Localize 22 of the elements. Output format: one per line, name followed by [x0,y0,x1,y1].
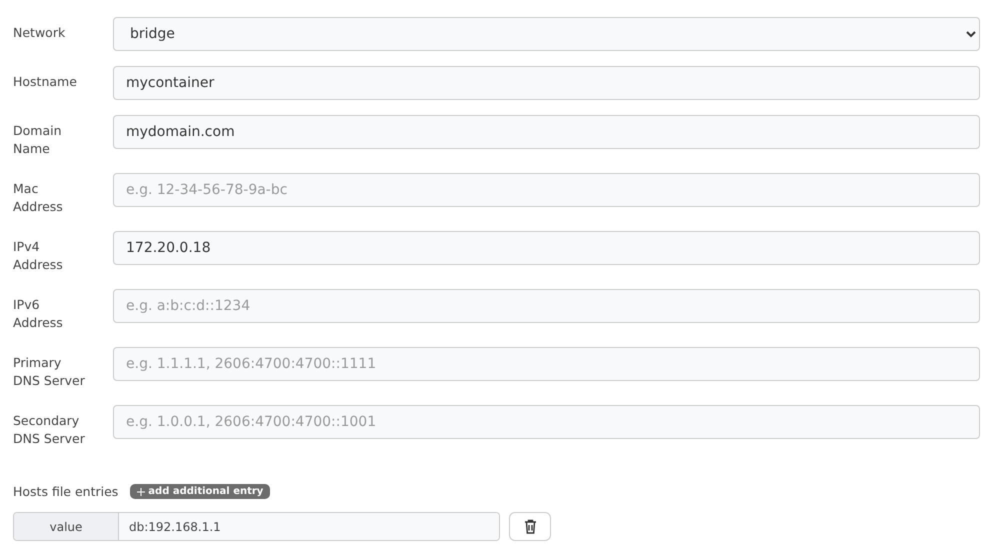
field-label: Mac Address [13,180,64,216]
field-label: Domain Name [13,122,63,158]
input-field[interactable]: mycontainer [113,66,980,100]
input-field[interactable]: 172.20.0.18 [113,231,980,265]
plus-icon [137,488,146,496]
section-label: Hosts file entries [13,484,118,499]
delete-button[interactable] [509,512,551,541]
add-entry-button[interactable]: add additional entry [130,484,270,499]
input-field[interactable]: e.g. 1.1.1.1, 2606:4700:4700::1111 [113,347,980,381]
field-label: IPv6 Address [13,296,64,332]
field-label: IPv4 Address [13,238,64,274]
host-entry-field[interactable]: value db:192.168.1.1 [13,512,500,541]
input-field[interactable]: e.g. a:b:c:d::1234 [113,289,980,323]
network-select[interactable]: bridge [113,17,980,51]
field-label: Network [13,24,66,42]
field-label: Primary DNS Server [13,354,85,390]
trash-icon [524,519,536,534]
field-label: Hostname [13,73,78,91]
input-field[interactable]: mydomain.com [113,115,980,149]
input-field[interactable]: e.g. 1.0.0.1, 2606:4700:4700::1001 [113,405,980,439]
field-label: Secondary DNS Server [13,412,85,448]
input-field[interactable]: e.g. 12-34-56-78-9a-bc [113,173,980,207]
